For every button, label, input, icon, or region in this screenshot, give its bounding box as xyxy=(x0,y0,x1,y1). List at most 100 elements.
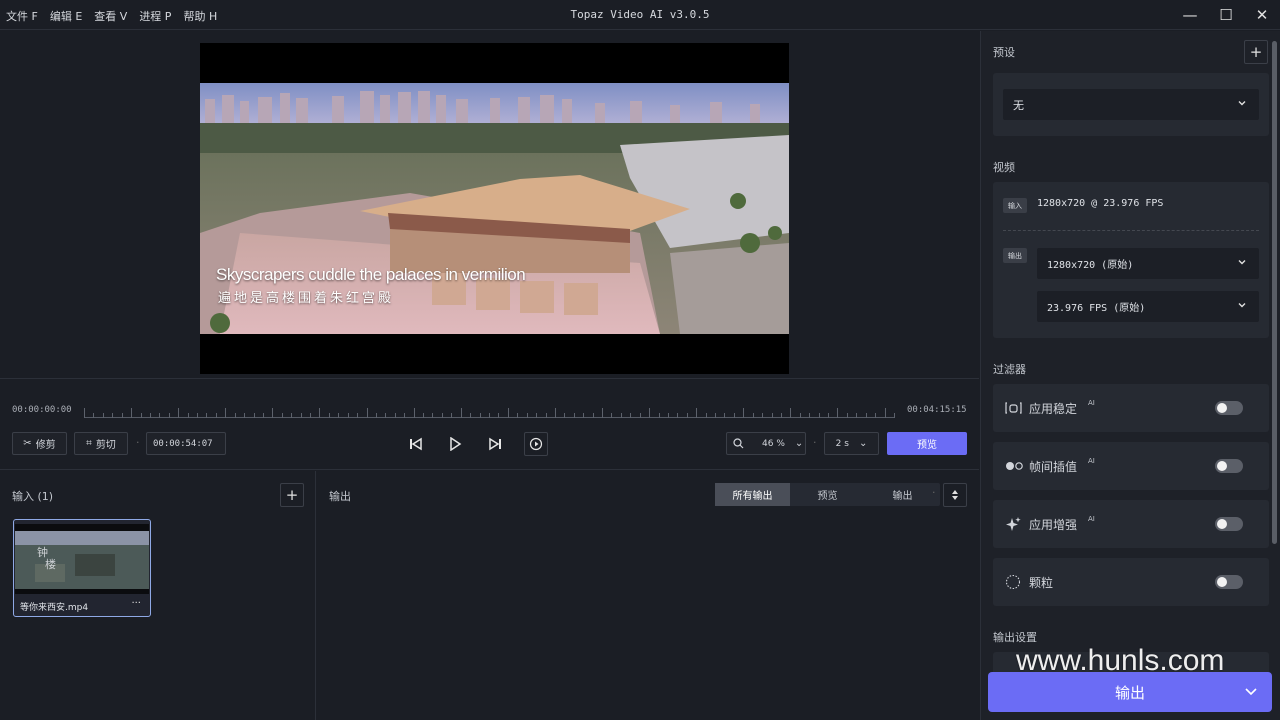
stabilize-toggle[interactable] xyxy=(1215,401,1243,415)
ruler-tick xyxy=(102,413,104,418)
ruler-tick xyxy=(762,413,764,418)
play-button[interactable] xyxy=(443,432,467,456)
ruler-tick xyxy=(197,413,199,418)
replay-icon xyxy=(529,437,543,451)
next-frame-button[interactable] xyxy=(483,432,507,456)
ruler-tick xyxy=(347,413,349,418)
export-label: 输出 xyxy=(1114,683,1145,702)
ruler-tick xyxy=(828,413,830,418)
file-options-button[interactable]: ··· xyxy=(131,598,141,609)
ruler-tick xyxy=(696,408,698,418)
ruler-tick xyxy=(752,413,754,418)
video-preview[interactable]: Skyscrapers cuddle the palaces in vermil… xyxy=(200,43,789,374)
interpolation-icon xyxy=(1006,462,1023,470)
trim-button[interactable]: ✂ 修剪 xyxy=(12,432,67,455)
interpolation-toggle[interactable] xyxy=(1215,459,1243,473)
menu-edit[interactable]: 编辑 E xyxy=(50,8,82,24)
minimize-button[interactable]: — xyxy=(1172,0,1208,30)
filter-interpolation: 帧间插值 AI xyxy=(993,442,1269,490)
ruler-tick xyxy=(262,413,264,418)
ruler-tick xyxy=(328,413,330,418)
ruler-tick xyxy=(545,413,547,418)
plus-icon: + xyxy=(1249,43,1263,61)
ruler-tick xyxy=(771,413,773,418)
ruler-tick xyxy=(743,408,745,418)
ruler-tick xyxy=(894,413,895,418)
enhance-toggle[interactable] xyxy=(1215,517,1243,531)
input-file-card[interactable]: 钟 楼 等你来西安.mp4 ··· xyxy=(13,519,151,617)
output-resolution-select[interactable]: 1280x720 (原始) xyxy=(1037,248,1259,279)
chevron-down-icon: ⌄ xyxy=(858,438,868,449)
ruler-tick xyxy=(140,413,142,418)
current-time-field[interactable]: 00:00:54:07 xyxy=(146,432,226,455)
chevron-down-icon xyxy=(1238,101,1246,106)
ruler-tick xyxy=(244,413,246,418)
zoom-icon xyxy=(733,438,744,449)
chevron-down-icon[interactable] xyxy=(1244,686,1258,698)
play-icon xyxy=(450,437,462,451)
close-button[interactable]: ✕ xyxy=(1244,0,1280,30)
output-settings-title: 输出设置 xyxy=(993,631,1037,644)
ruler-tick xyxy=(630,413,632,418)
ruler-tick xyxy=(526,413,528,418)
sort-button[interactable] xyxy=(943,483,967,507)
preset-value: 无 xyxy=(1013,98,1024,112)
ruler-tick xyxy=(206,413,208,418)
ruler-tick xyxy=(667,413,669,418)
ruler-tick xyxy=(639,413,641,418)
chevron-down-icon xyxy=(1238,260,1246,265)
ai-badge: AI xyxy=(1088,457,1095,465)
ruler-tick xyxy=(84,408,85,418)
menu-help[interactable]: 帮助 H xyxy=(183,8,217,24)
loop-preview-button[interactable] xyxy=(524,432,548,456)
subtitle-chinese: 遍地是高楼围着朱红宫殿 xyxy=(218,291,395,306)
sidebar-scrollbar[interactable] xyxy=(1272,41,1277,544)
menu-view[interactable]: 查看 V xyxy=(94,8,127,24)
preview-area: Skyscrapers cuddle the palaces in vermil… xyxy=(0,31,979,378)
prev-frame-button[interactable] xyxy=(404,432,428,456)
timeline-ruler[interactable] xyxy=(84,398,895,418)
add-preset-button[interactable]: + xyxy=(1244,40,1268,64)
video-frame-image: Skyscrapers cuddle the palaces in vermil… xyxy=(200,83,789,334)
ruler-tick xyxy=(131,408,133,418)
tab-all-outputs[interactable]: 所有输出 xyxy=(715,483,790,506)
ruler-tick xyxy=(460,408,462,418)
menu-file[interactable]: 文件 F xyxy=(6,8,38,24)
ruler-tick xyxy=(724,413,726,418)
grain-toggle[interactable] xyxy=(1215,575,1243,589)
timecode-end: 00:04:15:15 xyxy=(907,405,967,415)
ruler-tick xyxy=(357,413,359,418)
grain-icon xyxy=(1005,574,1021,590)
settings-sidebar: 预设 + 无 视频 输入 1280x720 @ 23.976 FPS 输出 12… xyxy=(980,31,1280,720)
add-input-button[interactable]: + xyxy=(280,483,304,507)
ruler-tick xyxy=(592,413,594,418)
preset-select[interactable]: 无 xyxy=(1003,89,1259,120)
output-tab-group: 所有输出 预览 输出 xyxy=(715,483,940,506)
ruler-tick xyxy=(178,408,180,418)
sparkle-icon xyxy=(1006,517,1021,531)
output-pane-title: 输出 xyxy=(329,490,351,503)
cut-label: 剪切 xyxy=(95,440,116,451)
input-tag: 输入 xyxy=(1003,198,1027,213)
menu-process[interactable]: 进程 P xyxy=(139,8,171,24)
tab-exports[interactable]: 输出 xyxy=(865,483,940,506)
ruler-tick xyxy=(658,413,660,418)
ruler-tick xyxy=(790,408,792,418)
ruler-tick xyxy=(366,408,368,418)
plus-icon: + xyxy=(285,486,299,504)
tab-previews[interactable]: 预览 xyxy=(790,483,865,506)
zoom-value: 46 % xyxy=(762,438,785,449)
maximize-button[interactable]: ☐ xyxy=(1208,0,1244,30)
preview-duration-select[interactable]: 2 s ⌄ xyxy=(824,432,879,455)
ruler-tick xyxy=(451,413,453,418)
ruler-tick xyxy=(611,413,613,418)
preview-button[interactable]: 预览 xyxy=(887,432,967,455)
timecode-start: 00:00:00:00 xyxy=(12,405,72,415)
output-fps-select[interactable]: 23.976 FPS (原始) xyxy=(1037,291,1259,322)
export-button[interactable]: 输出 xyxy=(988,672,1272,712)
cut-button[interactable]: ⌗ 剪切 xyxy=(74,432,128,455)
ruler-tick xyxy=(649,408,651,418)
ruler-tick xyxy=(856,413,858,418)
zoom-select[interactable]: 46 % ⌄ xyxy=(726,432,806,455)
ruler-tick xyxy=(733,413,735,418)
